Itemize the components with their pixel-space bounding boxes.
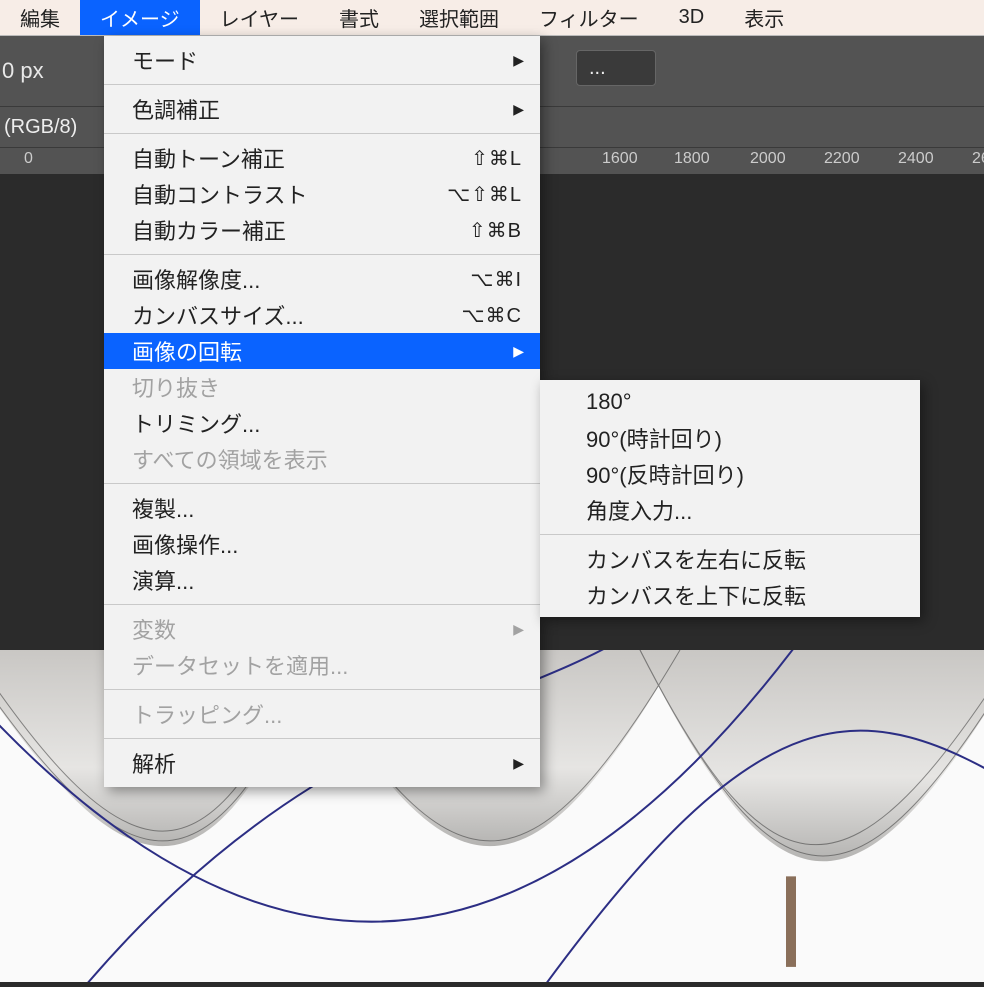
menuitem-apply-image[interactable]: 画像操作... [104, 526, 540, 562]
submenu-180[interactable]: 180° [540, 384, 920, 420]
menu-label: フィルター [539, 3, 639, 32]
submenu-flip-vertical[interactable]: カンバスを上下に反転 [540, 577, 920, 613]
menuitem-mode[interactable]: モード [104, 42, 540, 78]
menu-layer[interactable]: レイヤー [200, 0, 319, 35]
menuitem-variables: 変数 [104, 611, 540, 647]
menu-select[interactable]: 選択範囲 [399, 0, 519, 35]
menuitem-label: 画像解像度... [132, 263, 470, 295]
menuitem-apply-dataset: データセットを適用... [104, 647, 540, 683]
ruler-tick: 2600 [972, 150, 984, 168]
menuitem-crop: 切り抜き [104, 369, 540, 405]
submenu-label: カンバスを上下に反転 [586, 579, 806, 611]
menu-3d[interactable]: 3D [659, 0, 725, 35]
menu-label: 書式 [339, 3, 379, 32]
menuitem-label: 自動トーン補正 [132, 142, 471, 174]
menuitem-image-rotation[interactable]: 画像の回転 [104, 333, 540, 369]
menuitem-label: 演算... [132, 564, 522, 596]
submenu-flip-horizontal[interactable]: カンバスを左右に反転 [540, 541, 920, 577]
submenu-90ccw[interactable]: 90°(反時計回り) [540, 456, 920, 492]
menuitem-image-size[interactable]: 画像解像度...⌥⌘I [104, 261, 540, 297]
menu-edit[interactable]: 編集 [0, 0, 80, 35]
menuitem-label: 切り抜き [132, 371, 522, 403]
menuitem-label: 変数 [132, 613, 522, 645]
submenu-label: 180° [586, 389, 632, 415]
ruler-tick: 0 [24, 150, 33, 168]
menuitem-label: モード [132, 44, 522, 76]
ruler-tick: 1600 [602, 150, 638, 168]
menuitem-auto-color[interactable]: 自動カラー補正⇧⌘B [104, 212, 540, 248]
menuitem-canvas-size[interactable]: カンバスサイズ...⌥⌘C [104, 297, 540, 333]
menuitem-trim[interactable]: トリミング... [104, 405, 540, 441]
shortcut-label: ⌥⌘I [470, 267, 522, 292]
menu-label: 編集 [20, 3, 60, 32]
menuitem-label: データセットを適用... [132, 649, 522, 681]
submenu-label: 90°(時計回り) [586, 422, 722, 454]
menuitem-label: 画像の回転 [132, 335, 522, 367]
menuitem-label: トラッピング... [132, 698, 522, 730]
menu-label: イメージ [100, 3, 180, 32]
menuitem-adjustments[interactable]: 色調補正 [104, 91, 540, 127]
menu-label: 3D [679, 6, 705, 29]
options-dropdown-stub[interactable]: ... [576, 50, 656, 86]
menuitem-calculations[interactable]: 演算... [104, 562, 540, 598]
shortcut-label: ⇧⌘B [469, 218, 522, 243]
menu-label: 表示 [744, 3, 784, 32]
menuitem-auto-contrast[interactable]: 自動コントラスト⌥⇧⌘L [104, 176, 540, 212]
menu-type[interactable]: 書式 [319, 0, 399, 35]
menuitem-label: 解析 [132, 747, 522, 779]
options-dropdown-ellipsis: ... [589, 57, 606, 80]
ruler-tick: 2400 [898, 150, 934, 168]
menuitem-label: 自動カラー補正 [132, 214, 469, 246]
ruler-tick: 2000 [750, 150, 786, 168]
shortcut-label: ⇧⌘L [471, 146, 522, 171]
submenu-arbitrary[interactable]: 角度入力... [540, 492, 920, 528]
options-px-label: 0 px [0, 58, 44, 84]
menuitem-analysis[interactable]: 解析 [104, 745, 540, 781]
menu-label: レイヤー [220, 3, 299, 32]
submenu-label: 角度入力... [586, 494, 692, 526]
menubar: 編集 イメージ レイヤー 書式 選択範囲 フィルター 3D 表示 [0, 0, 984, 36]
submenu-separator [540, 534, 920, 535]
menu-view[interactable]: 表示 [724, 0, 804, 35]
menuitem-label: 複製... [132, 492, 522, 524]
menuitem-label: 画像操作... [132, 528, 522, 560]
image-rotation-submenu[interactable]: 180° 90°(時計回り) 90°(反時計回り) 角度入力... カンバスを左… [540, 380, 920, 617]
image-menu-dropdown[interactable]: モード 色調補正 自動トーン補正⇧⌘L 自動コントラスト⌥⇧⌘L 自動カラー補正… [104, 36, 540, 787]
submenu-90cw[interactable]: 90°(時計回り) [540, 420, 920, 456]
menuitem-label: トリミング... [132, 407, 522, 439]
submenu-label: カンバスを左右に反転 [586, 543, 806, 575]
shortcut-label: ⌥⇧⌘L [447, 182, 522, 207]
submenu-label: 90°(反時計回り) [586, 458, 744, 490]
document-tab[interactable]: (RGB/8) [0, 107, 100, 147]
menuitem-reveal-all: すべての領域を表示 [104, 441, 540, 477]
document-mode-label: (RGB/8) [4, 116, 77, 139]
ruler-tick: 2200 [824, 150, 860, 168]
menuitem-auto-tone[interactable]: 自動トーン補正⇧⌘L [104, 140, 540, 176]
menuitem-label: 色調補正 [132, 93, 522, 125]
menuitem-label: すべての領域を表示 [132, 443, 522, 475]
menu-label: 選択範囲 [419, 3, 499, 32]
shortcut-label: ⌥⌘C [462, 303, 523, 328]
ruler-tick: 1800 [674, 150, 710, 168]
menu-filter[interactable]: フィルター [519, 0, 659, 35]
menuitem-trap: トラッピング... [104, 696, 540, 732]
menu-image[interactable]: イメージ [80, 0, 200, 35]
menuitem-duplicate[interactable]: 複製... [104, 490, 540, 526]
menuitem-label: カンバスサイズ... [132, 299, 462, 331]
menuitem-label: 自動コントラスト [132, 178, 447, 210]
